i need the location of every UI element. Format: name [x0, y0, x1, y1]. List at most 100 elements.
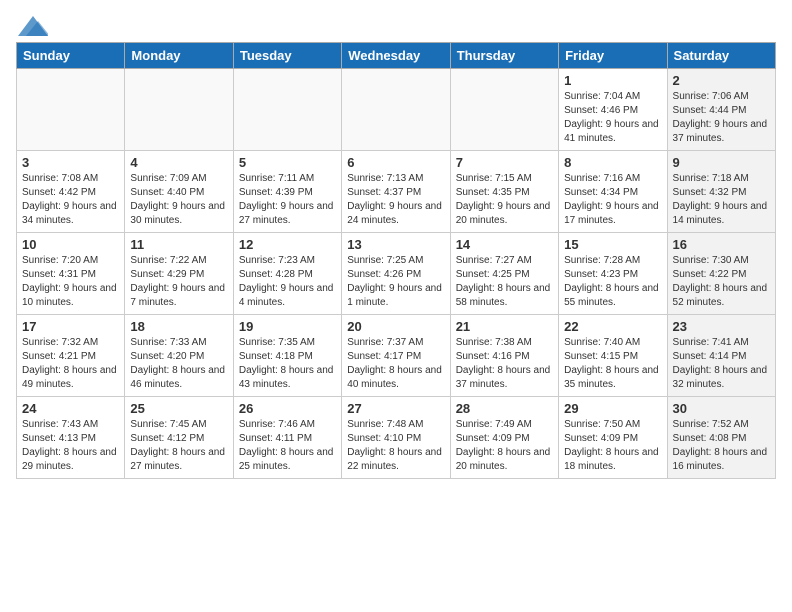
day-info: Sunrise: 7:04 AM Sunset: 4:46 PM Dayligh…	[564, 90, 661, 146]
day-info: Sunrise: 7:28 AM Sunset: 4:23 PM Dayligh…	[564, 254, 661, 310]
day-number: 25	[130, 401, 227, 416]
calendar-cell: 18 Sunrise: 7:33 AM Sunset: 4:20 PM Dayli…	[125, 315, 233, 397]
calendar-cell: 11 Sunrise: 7:22 AM Sunset: 4:29 PM Dayli…	[125, 233, 233, 315]
calendar-cell: 29Sunrise: 7:50 AM Sunset: 4:09 PM Dayli…	[559, 397, 667, 479]
day-info: Sunrise: 7:23 AM Sunset: 4:28 PM Dayligh…	[239, 254, 336, 310]
calendar-cell: 1 Sunrise: 7:04 AM Sunset: 4:46 PM Daylig…	[559, 69, 667, 151]
calendar-cell: 4 Sunrise: 7:09 AM Sunset: 4:40 PM Daylig…	[125, 151, 233, 233]
calendar-cell: 24 Sunrise: 7:43 AM Sunset: 4:13 PM Dayli…	[17, 397, 125, 479]
day-info: Sunrise: 7:40 AM Sunset: 4:15 PM Dayligh…	[564, 336, 661, 392]
calendar-cell: 26 Sunrise: 7:46 AM Sunset: 4:11 PM Dayli…	[233, 397, 341, 479]
calendar-table: SundayMondayTuesdayWednesdayThursdayFrid…	[16, 42, 776, 479]
day-number: 16	[673, 237, 770, 252]
weekday-header: Sunday	[17, 43, 125, 69]
weekday-header: Monday	[125, 43, 233, 69]
weekday-header: Tuesday	[233, 43, 341, 69]
calendar-cell: 12 Sunrise: 7:23 AM Sunset: 4:28 PM Dayli…	[233, 233, 341, 315]
day-info: Sunrise: 7:37 AM Sunset: 4:17 PM Dayligh…	[347, 336, 444, 392]
logo	[16, 16, 48, 32]
calendar-cell: 2Sunrise: 7:06 AM Sunset: 4:44 PM Daylig…	[667, 69, 775, 151]
weekday-header: Saturday	[667, 43, 775, 69]
day-number: 21	[456, 319, 553, 334]
day-number: 12	[239, 237, 336, 252]
day-number: 6	[347, 155, 444, 170]
calendar-body: 1 Sunrise: 7:04 AM Sunset: 4:46 PM Daylig…	[17, 69, 776, 479]
day-info: Sunrise: 7:27 AM Sunset: 4:25 PM Dayligh…	[456, 254, 553, 310]
day-number: 5	[239, 155, 336, 170]
weekday-header: Friday	[559, 43, 667, 69]
day-info: Sunrise: 7:15 AM Sunset: 4:35 PM Dayligh…	[456, 172, 553, 228]
day-info: Sunrise: 7:35 AM Sunset: 4:18 PM Dayligh…	[239, 336, 336, 392]
day-info: Sunrise: 7:45 AM Sunset: 4:12 PM Dayligh…	[130, 418, 227, 474]
day-info: Sunrise: 7:50 AM Sunset: 4:09 PM Dayligh…	[564, 418, 661, 474]
calendar-cell: 16 Sunrise: 7:30 AM Sunset: 4:22 PM Dayli…	[667, 233, 775, 315]
day-info: Sunrise: 7:43 AM Sunset: 4:13 PM Dayligh…	[22, 418, 119, 474]
day-number: 14	[456, 237, 553, 252]
calendar-cell: 30Sunrise: 7:52 AM Sunset: 4:08 PM Dayli…	[667, 397, 775, 479]
day-number: 1	[564, 73, 661, 88]
day-number: 27	[347, 401, 444, 416]
calendar-cell	[233, 69, 341, 151]
calendar-cell: 22 Sunrise: 7:40 AM Sunset: 4:15 PM Dayli…	[559, 315, 667, 397]
day-info: Sunrise: 7:06 AM Sunset: 4:44 PM Dayligh…	[673, 90, 770, 146]
day-number: 15	[564, 237, 661, 252]
calendar-cell: 15 Sunrise: 7:28 AM Sunset: 4:23 PM Dayli…	[559, 233, 667, 315]
day-info: Sunrise: 7:20 AM Sunset: 4:31 PM Dayligh…	[22, 254, 119, 310]
calendar-cell	[17, 69, 125, 151]
day-number: 13	[347, 237, 444, 252]
calendar-cell: 19 Sunrise: 7:35 AM Sunset: 4:18 PM Dayli…	[233, 315, 341, 397]
day-number: 9	[673, 155, 770, 170]
weekday-header: Wednesday	[342, 43, 450, 69]
calendar-cell: 7 Sunrise: 7:15 AM Sunset: 4:35 PM Daylig…	[450, 151, 558, 233]
day-info: Sunrise: 7:16 AM Sunset: 4:34 PM Dayligh…	[564, 172, 661, 228]
day-number: 4	[130, 155, 227, 170]
day-number: 22	[564, 319, 661, 334]
day-info: Sunrise: 7:49 AM Sunset: 4:09 PM Dayligh…	[456, 418, 553, 474]
calendar-cell: 27 Sunrise: 7:48 AM Sunset: 4:10 PM Dayli…	[342, 397, 450, 479]
day-number: 7	[456, 155, 553, 170]
calendar-cell: 28 Sunrise: 7:49 AM Sunset: 4:09 PM Dayli…	[450, 397, 558, 479]
calendar-cell: 8 Sunrise: 7:16 AM Sunset: 4:34 PM Daylig…	[559, 151, 667, 233]
day-info: Sunrise: 7:48 AM Sunset: 4:10 PM Dayligh…	[347, 418, 444, 474]
page-container: SundayMondayTuesdayWednesdayThursdayFrid…	[0, 0, 792, 489]
day-info: Sunrise: 7:18 AM Sunset: 4:32 PM Dayligh…	[673, 172, 770, 228]
day-info: Sunrise: 7:11 AM Sunset: 4:39 PM Dayligh…	[239, 172, 336, 228]
calendar-cell: 17Sunrise: 7:32 AM Sunset: 4:21 PM Dayli…	[17, 315, 125, 397]
day-number: 10	[22, 237, 119, 252]
calendar-cell	[450, 69, 558, 151]
weekday-header: Thursday	[450, 43, 558, 69]
header	[16, 16, 776, 32]
day-info: Sunrise: 7:09 AM Sunset: 4:40 PM Dayligh…	[130, 172, 227, 228]
day-number: 24	[22, 401, 119, 416]
day-info: Sunrise: 7:25 AM Sunset: 4:26 PM Dayligh…	[347, 254, 444, 310]
calendar-cell: 3Sunrise: 7:08 AM Sunset: 4:42 PM Daylig…	[17, 151, 125, 233]
calendar-cell	[342, 69, 450, 151]
day-number: 8	[564, 155, 661, 170]
day-number: 20	[347, 319, 444, 334]
day-number: 17	[22, 319, 119, 334]
day-info: Sunrise: 7:30 AM Sunset: 4:22 PM Dayligh…	[673, 254, 770, 310]
day-info: Sunrise: 7:33 AM Sunset: 4:20 PM Dayligh…	[130, 336, 227, 392]
day-number: 11	[130, 237, 227, 252]
calendar-cell: 20 Sunrise: 7:37 AM Sunset: 4:17 PM Dayli…	[342, 315, 450, 397]
logo-text	[16, 16, 48, 36]
logo-icon	[18, 16, 48, 36]
calendar-cell: 14 Sunrise: 7:27 AM Sunset: 4:25 PM Dayli…	[450, 233, 558, 315]
day-number: 18	[130, 319, 227, 334]
day-info: Sunrise: 7:46 AM Sunset: 4:11 PM Dayligh…	[239, 418, 336, 474]
calendar-cell: 21 Sunrise: 7:38 AM Sunset: 4:16 PM Dayli…	[450, 315, 558, 397]
day-info: Sunrise: 7:22 AM Sunset: 4:29 PM Dayligh…	[130, 254, 227, 310]
calendar-cell: 13 Sunrise: 7:25 AM Sunset: 4:26 PM Dayli…	[342, 233, 450, 315]
calendar-cell: 10 Sunrise: 7:20 AM Sunset: 4:31 PM Dayli…	[17, 233, 125, 315]
calendar-cell: 5 Sunrise: 7:11 AM Sunset: 4:39 PM Daylig…	[233, 151, 341, 233]
day-info: Sunrise: 7:13 AM Sunset: 4:37 PM Dayligh…	[347, 172, 444, 228]
day-number: 30	[673, 401, 770, 416]
calendar-cell: 9 Sunrise: 7:18 AM Sunset: 4:32 PM Daylig…	[667, 151, 775, 233]
day-info: Sunrise: 7:38 AM Sunset: 4:16 PM Dayligh…	[456, 336, 553, 392]
day-number: 26	[239, 401, 336, 416]
day-number: 19	[239, 319, 336, 334]
calendar-cell: 6 Sunrise: 7:13 AM Sunset: 4:37 PM Daylig…	[342, 151, 450, 233]
calendar-cell	[125, 69, 233, 151]
calendar-cell: 25 Sunrise: 7:45 AM Sunset: 4:12 PM Dayli…	[125, 397, 233, 479]
day-number: 28	[456, 401, 553, 416]
